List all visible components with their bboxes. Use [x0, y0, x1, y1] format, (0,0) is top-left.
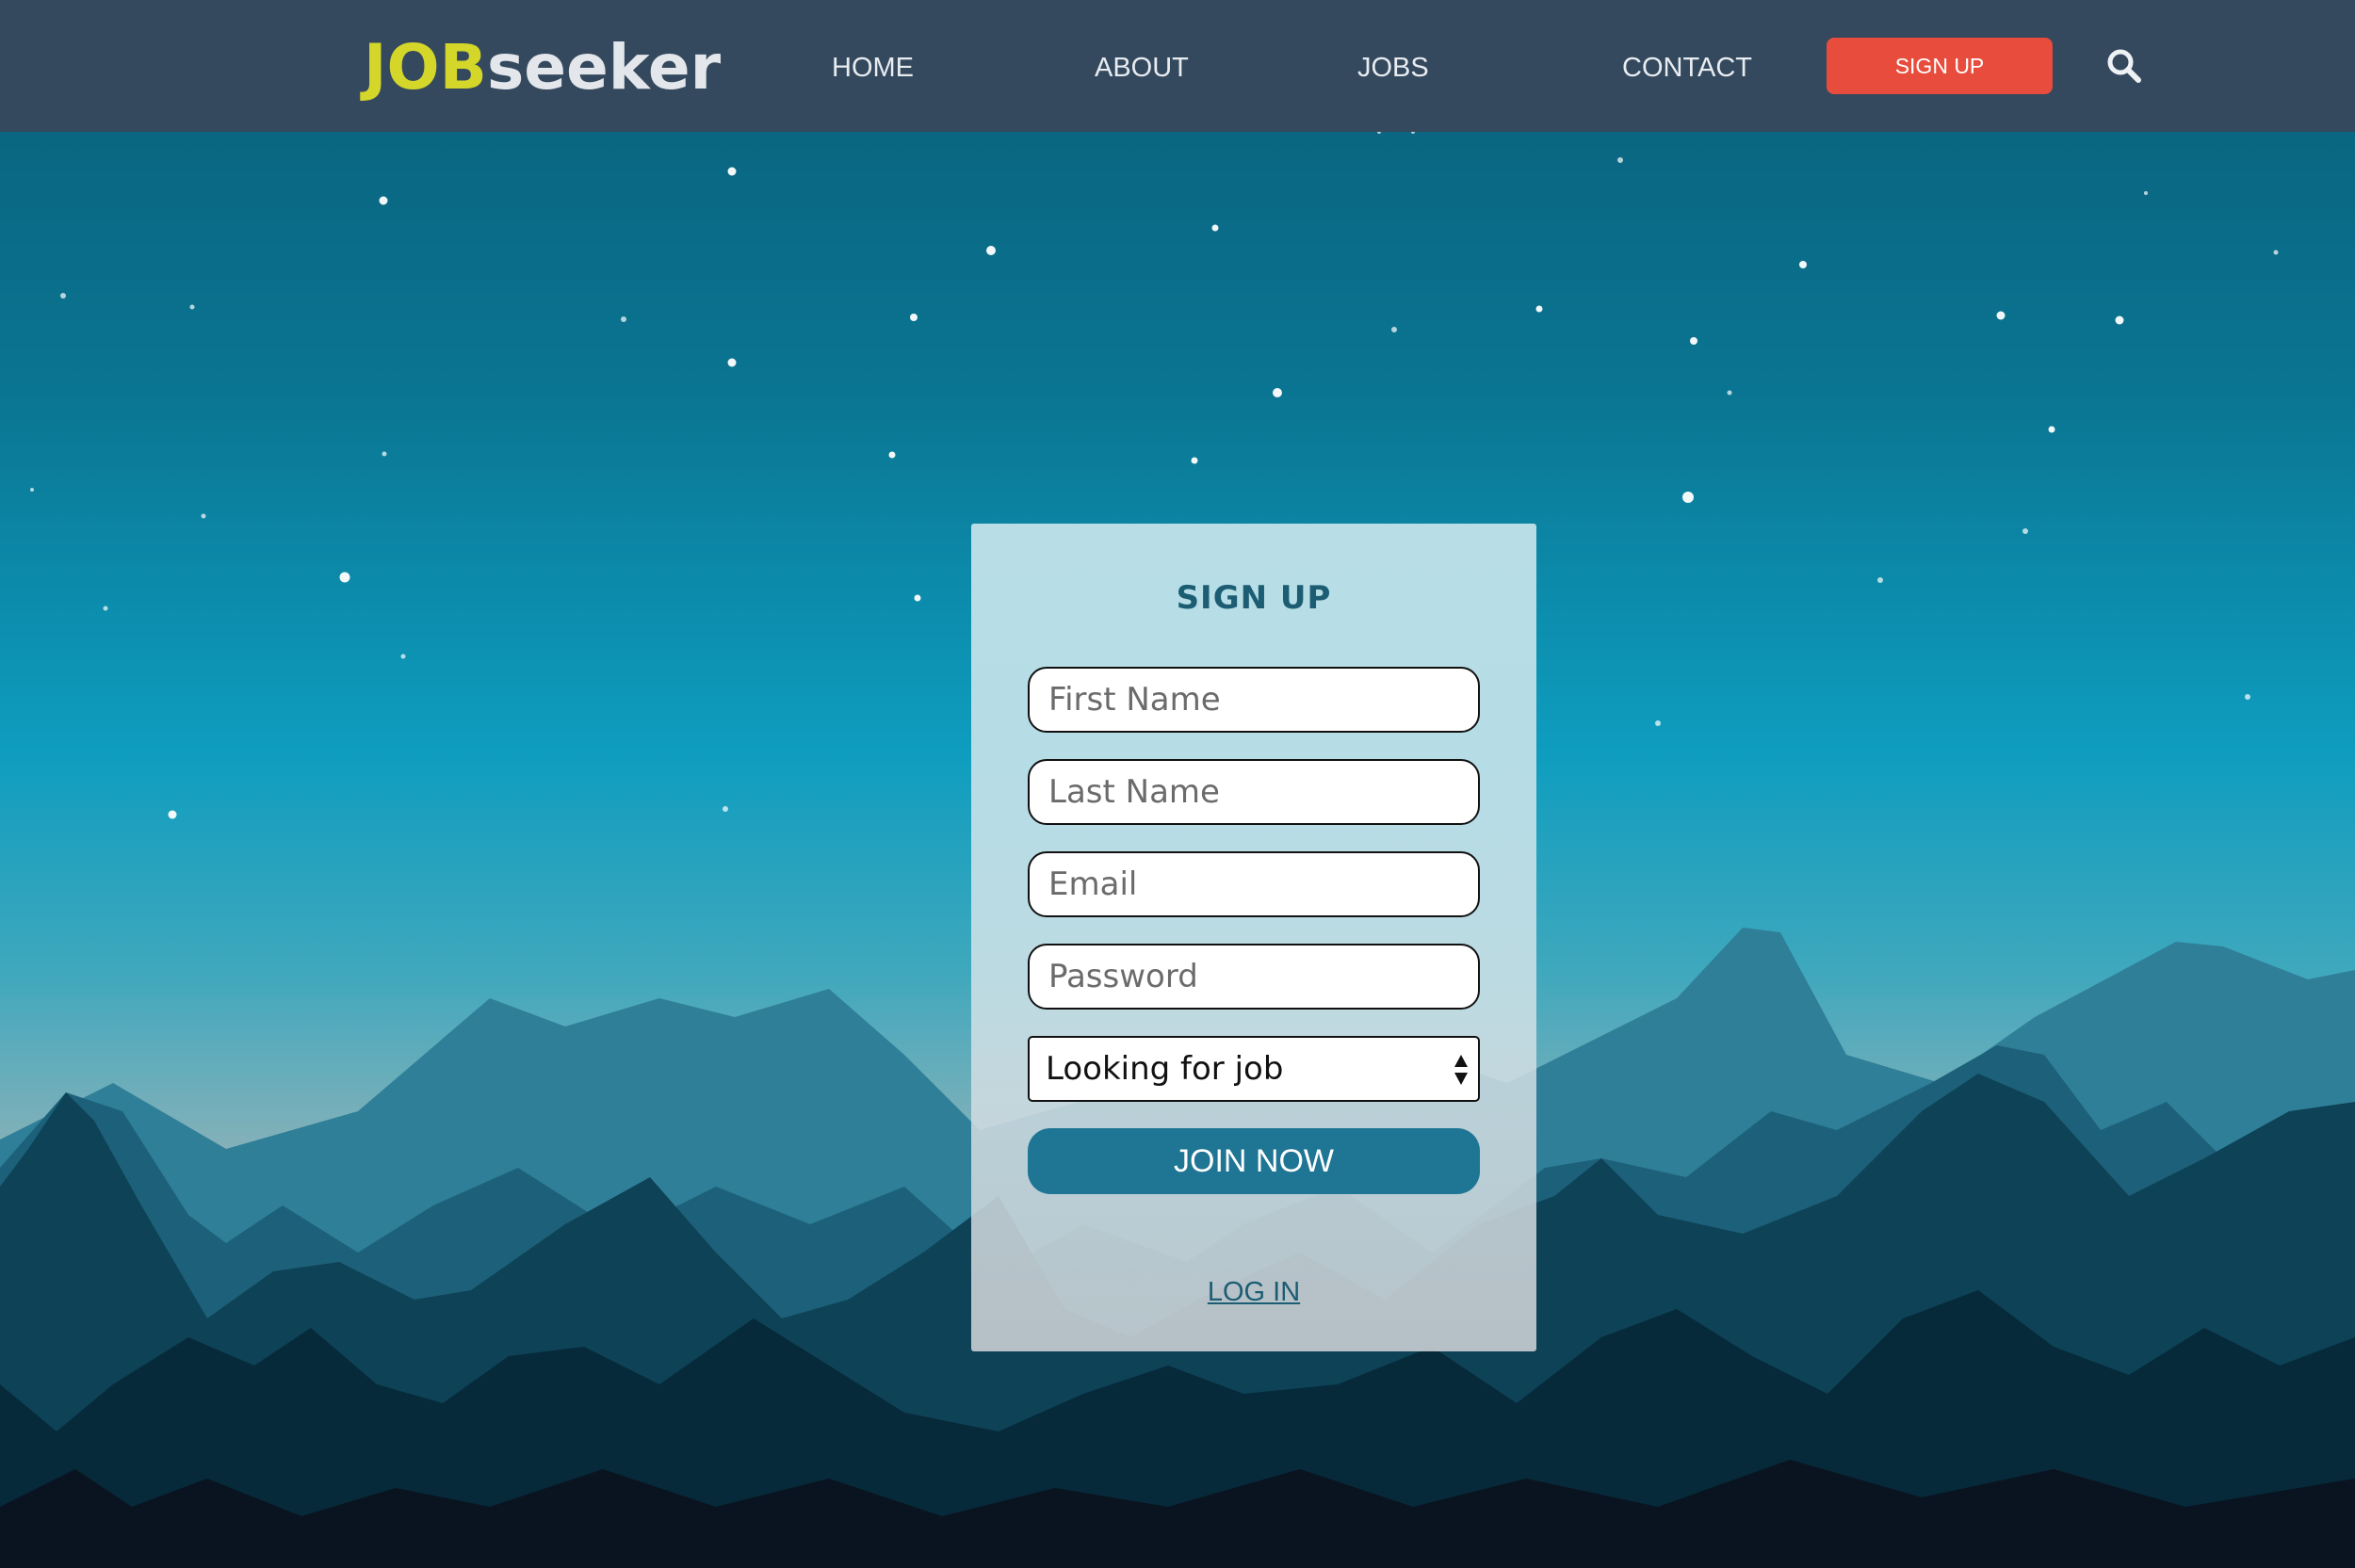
- nav-link-contact[interactable]: CONTACT: [1622, 47, 1752, 89]
- password-input[interactable]: [1028, 944, 1480, 1010]
- star: [382, 451, 387, 457]
- search-button[interactable]: [2105, 47, 2143, 85]
- search-icon: [2107, 49, 2141, 83]
- star: [1535, 305, 1543, 313]
- star: [189, 304, 195, 310]
- signup-button[interactable]: SIGN UP: [1827, 38, 2053, 94]
- star: [1727, 390, 1732, 396]
- logo-text-job: JOB: [364, 31, 487, 104]
- nav-link-home[interactable]: HOME: [832, 47, 914, 89]
- last-name-input[interactable]: [1028, 759, 1480, 825]
- star: [2273, 250, 2279, 255]
- star: [1211, 224, 1219, 232]
- nav-link-about[interactable]: ABOUT: [1095, 47, 1189, 89]
- email-input[interactable]: [1028, 851, 1480, 917]
- star: [1799, 261, 1807, 268]
- select-arrows-icon: [1454, 1055, 1468, 1085]
- logo-text-seeker: seeker: [486, 31, 722, 104]
- star: [2048, 426, 2055, 433]
- star: [1273, 388, 1282, 397]
- star: [201, 513, 206, 519]
- star: [379, 196, 388, 205]
- star: [1996, 311, 2006, 320]
- star: [888, 451, 896, 459]
- star: [168, 810, 177, 819]
- star: [1191, 457, 1198, 464]
- star: [1877, 577, 1883, 583]
- star: [1617, 157, 1623, 163]
- star: [339, 572, 350, 583]
- site-logo[interactable]: JOBseeker: [364, 28, 721, 107]
- signup-form-card: SIGN UP Looking for job JOIN NOW LOG IN: [971, 524, 1536, 1351]
- top-navbar: JOBseeker HOME ABOUT JOBS CONTACT SIGN U…: [0, 0, 2355, 132]
- star: [1690, 337, 1697, 345]
- star: [914, 594, 921, 602]
- first-name-input[interactable]: [1028, 667, 1480, 733]
- star: [400, 654, 406, 659]
- star: [1391, 327, 1397, 332]
- role-select[interactable]: Looking for job: [1028, 1036, 1480, 1102]
- star: [727, 358, 737, 367]
- star: [2245, 694, 2250, 700]
- form-title: SIGN UP: [1176, 579, 1332, 617]
- star: [723, 806, 728, 812]
- star: [30, 488, 34, 492]
- star: [60, 293, 66, 299]
- star: [986, 246, 996, 255]
- star: [1682, 492, 1694, 503]
- star: [910, 314, 918, 321]
- login-link[interactable]: LOG IN: [971, 1273, 1536, 1311]
- join-now-button[interactable]: JOIN NOW: [1028, 1128, 1480, 1194]
- star: [727, 167, 737, 176]
- star: [2022, 528, 2028, 534]
- star: [1655, 720, 1661, 726]
- star: [2144, 191, 2148, 195]
- nav-link-jobs[interactable]: JOBS: [1357, 47, 1429, 89]
- star: [2115, 315, 2124, 325]
- star: [621, 316, 626, 322]
- star: [103, 606, 108, 611]
- role-select-value: Looking for job: [1046, 1050, 1284, 1088]
